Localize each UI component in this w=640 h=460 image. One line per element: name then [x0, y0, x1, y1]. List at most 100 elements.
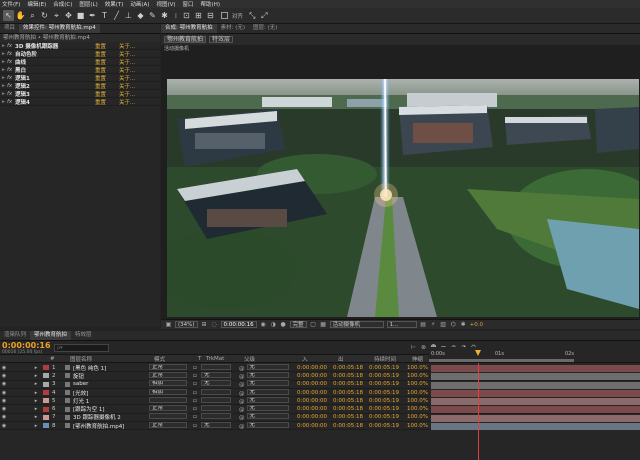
effect-reset-link[interactable]: 重置	[95, 58, 119, 66]
trkmat-dropdown[interactable]	[201, 388, 231, 395]
layer-duration-bar[interactable]	[431, 406, 640, 414]
tab-timeline-main[interactable]: 鄂州教育航拍	[30, 331, 72, 340]
blend-mode-dropdown[interactable]: 正常	[149, 421, 187, 428]
shape-tool-icon[interactable]: ■	[75, 10, 86, 21]
tab-layer[interactable]: 图层: (无)	[249, 24, 281, 33]
label-color-swatch[interactable]	[43, 406, 49, 412]
menu-window[interactable]: 窗口	[183, 0, 194, 8]
rotate-tool-icon[interactable]: ↻	[39, 10, 50, 21]
transparency-grid-icon[interactable]: ▦	[320, 321, 327, 328]
timeline-timecode[interactable]: 0:00:00:16	[2, 341, 51, 350]
effect-about-link[interactable]: 关于...	[119, 42, 135, 50]
local-axis-icon[interactable]: ⊡	[181, 10, 192, 21]
layer-out-point[interactable]: 0:00:05:18	[333, 414, 369, 420]
blend-mode-dropdown[interactable]: 正常	[149, 371, 187, 378]
expand-layer-arrow-icon[interactable]: ▸	[32, 406, 40, 412]
effect-about-link[interactable]: 关于...	[119, 66, 135, 74]
visibility-eye-icon[interactable]: ◉	[0, 365, 8, 371]
label-color-swatch[interactable]	[43, 381, 49, 387]
tab-render-queue[interactable]: 渲染队列	[0, 331, 30, 340]
pick-whip-icon[interactable]: @	[239, 382, 245, 388]
effect-reset-link[interactable]: 重置	[95, 98, 119, 106]
layer-in-point[interactable]: 0:00:00:00	[297, 381, 333, 387]
layer-name[interactable]: saber	[73, 381, 149, 387]
layer-duration[interactable]: 0:00:05:19	[369, 381, 407, 387]
layer-duration-bar[interactable]	[431, 423, 640, 431]
layer-name[interactable]: 旋钮	[73, 372, 149, 380]
expand-arrow-icon[interactable]: ▸	[0, 83, 7, 89]
fx-toggle-icon[interactable]: fx	[7, 59, 15, 65]
align-checkbox[interactable]	[220, 12, 228, 19]
pick-whip-icon[interactable]: @	[239, 399, 245, 405]
blend-mode-dropdown[interactable]: 相加	[149, 380, 187, 387]
layer-in-point[interactable]: 0:00:00:00	[297, 373, 333, 379]
visibility-eye-icon[interactable]: ◉	[0, 381, 8, 387]
layer-duration[interactable]: 0:00:05:19	[369, 390, 407, 396]
col-stretch[interactable]: 伸缩	[412, 355, 423, 363]
expand-layer-arrow-icon[interactable]: ▸	[32, 398, 40, 404]
blend-mode-dropdown[interactable]: 正常	[149, 363, 187, 370]
layer-search-input[interactable]: ρ▾	[54, 343, 109, 352]
layer-in-point[interactable]: 0:00:00:00	[297, 398, 333, 404]
visibility-eye-icon[interactable]: ◉	[0, 373, 8, 379]
pan-behind-tool-icon[interactable]: ✥	[63, 10, 74, 21]
fx-toggle-icon[interactable]: fx	[7, 91, 15, 97]
preserve-transparency-checkbox[interactable]: ▫	[193, 381, 201, 387]
layer-in-point[interactable]: 0:00:00:00	[297, 414, 333, 420]
effect-reset-link[interactable]: 重置	[95, 50, 119, 58]
mask-visibility-icon[interactable]: ◌	[211, 321, 218, 328]
layer-in-point[interactable]: 0:00:00:00	[297, 365, 333, 371]
pick-whip-icon[interactable]: @	[239, 366, 245, 372]
layer-name[interactable]: 3D 跟踪器摄像机 2	[73, 413, 149, 421]
clone-stamp-tool-icon[interactable]: ⊥	[123, 10, 134, 21]
trkmat-dropdown[interactable]	[201, 405, 231, 412]
preserve-transparency-checkbox[interactable]: ▫	[193, 414, 201, 420]
pick-whip-icon[interactable]: @	[239, 374, 245, 380]
layer-duration-bar[interactable]	[431, 398, 640, 406]
fx-toggle-icon[interactable]: fx	[7, 83, 15, 89]
channel-icon[interactable]: ●	[280, 321, 287, 328]
label-color-swatch[interactable]	[43, 365, 49, 371]
effect-about-link[interactable]: 关于...	[119, 74, 135, 82]
brush-tool-icon[interactable]: ╱	[111, 10, 122, 21]
camera-dropdown[interactable]: 活动摄像机	[329, 321, 384, 328]
parent-dropdown[interactable]: 无	[246, 380, 289, 387]
playhead-icon[interactable]	[475, 350, 481, 356]
tab-project[interactable]: 项目	[0, 24, 19, 33]
layer-name[interactable]: [黑色 纯色 1]	[73, 364, 149, 372]
effect-about-link[interactable]: 关于...	[119, 58, 135, 66]
resolution-dropdown[interactable]: 完整	[289, 321, 307, 328]
trkmat-dropdown[interactable]	[201, 413, 231, 420]
layer-name[interactable]: [鄂州教育航拍.mp4]	[73, 422, 149, 430]
layer-name[interactable]: 灯光 1	[73, 397, 149, 405]
menu-composition[interactable]: 合成(C)	[53, 0, 72, 8]
menu-effect[interactable]: 效果(T)	[105, 0, 124, 8]
tab-footage[interactable]: 素材: (无)	[217, 24, 249, 33]
current-time-indicator[interactable]	[478, 363, 479, 460]
layer-duration[interactable]: 0:00:05:19	[369, 423, 407, 429]
preserve-transparency-checkbox[interactable]: ▫	[193, 373, 201, 379]
comp-mini-flowchart-icon[interactable]: ⊢	[410, 344, 417, 351]
preserve-transparency-checkbox[interactable]: ▫	[193, 423, 201, 429]
viewer-timecode[interactable]: 0:00:00:16	[220, 321, 257, 328]
effect-about-link[interactable]: 关于...	[119, 90, 135, 98]
preserve-transparency-checkbox[interactable]: ▫	[193, 365, 201, 371]
trkmat-dropdown[interactable]: 无	[201, 371, 231, 378]
show-snapshot-icon[interactable]: ◑	[270, 321, 277, 328]
layer-in-point[interactable]: 0:00:00:00	[297, 423, 333, 429]
pick-whip-icon[interactable]: @	[239, 391, 245, 397]
label-color-swatch[interactable]	[43, 398, 49, 404]
label-color-swatch[interactable]	[43, 414, 49, 420]
pick-whip-icon[interactable]: @	[239, 424, 245, 430]
toggle-pixel-aspect-icon[interactable]: ▤	[420, 321, 427, 328]
effect-about-link[interactable]: 关于...	[119, 50, 135, 58]
layer-in-point[interactable]: 0:00:00:00	[297, 390, 333, 396]
type-tool-icon[interactable]: T	[99, 10, 110, 21]
col-trkmat[interactable]: TrkMat	[206, 356, 244, 362]
tab-effect-controls[interactable]: 效果控件: 鄂州教育航拍.mp4	[19, 24, 100, 33]
fx-toggle-icon[interactable]: fx	[7, 67, 15, 73]
preserve-transparency-checkbox[interactable]: ▫	[193, 406, 201, 412]
expand-layer-arrow-icon[interactable]: ▸	[32, 423, 40, 429]
expand-layer-arrow-icon[interactable]: ▸	[32, 414, 40, 420]
snap-icon[interactable]: ⤡	[247, 10, 258, 21]
